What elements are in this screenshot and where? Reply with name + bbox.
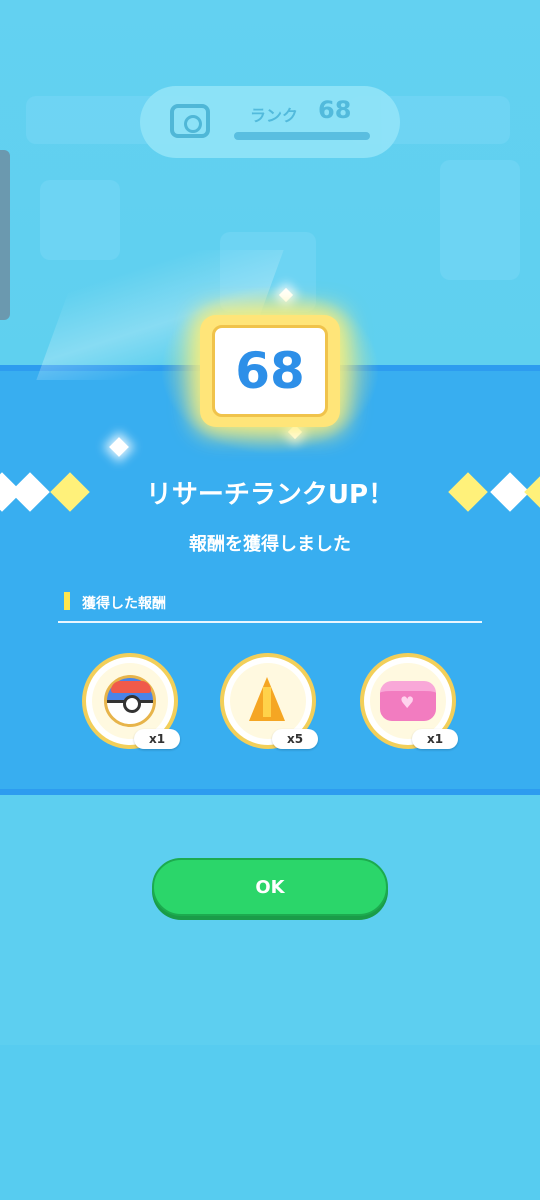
rank-header-value: 68	[318, 96, 352, 124]
rank-badge-value: 68	[212, 325, 328, 417]
background-panel	[440, 160, 520, 280]
reward-item[interactable]: x1	[82, 653, 182, 753]
rank-progress-bar	[234, 132, 370, 140]
rank-badge: 68	[200, 315, 340, 427]
reward-item[interactable]: x5	[220, 653, 320, 753]
rank-header-label: ランク	[250, 106, 299, 125]
section-marker	[64, 592, 70, 610]
research-icon	[170, 104, 210, 138]
reward-count: x1	[412, 729, 458, 749]
shard-icon	[249, 677, 285, 721]
background-panel	[40, 180, 120, 260]
section-divider	[58, 621, 482, 623]
side-drawer-handle[interactable]	[0, 150, 10, 320]
bottom-background	[0, 1045, 540, 1200]
reward-count: x1	[134, 729, 180, 749]
rank-header: ランク 68	[140, 86, 400, 158]
reward-item[interactable]: x1	[360, 653, 460, 753]
ok-button[interactable]: OK	[152, 858, 388, 916]
dialog-subtitle: 報酬を獲得しました	[189, 534, 351, 555]
section-label: 獲得した報酬	[82, 596, 166, 612]
cake-icon	[380, 681, 436, 721]
ball-icon	[104, 675, 156, 727]
reward-count: x5	[272, 729, 318, 749]
dialog-title: リサーチランクUP！	[145, 480, 395, 510]
